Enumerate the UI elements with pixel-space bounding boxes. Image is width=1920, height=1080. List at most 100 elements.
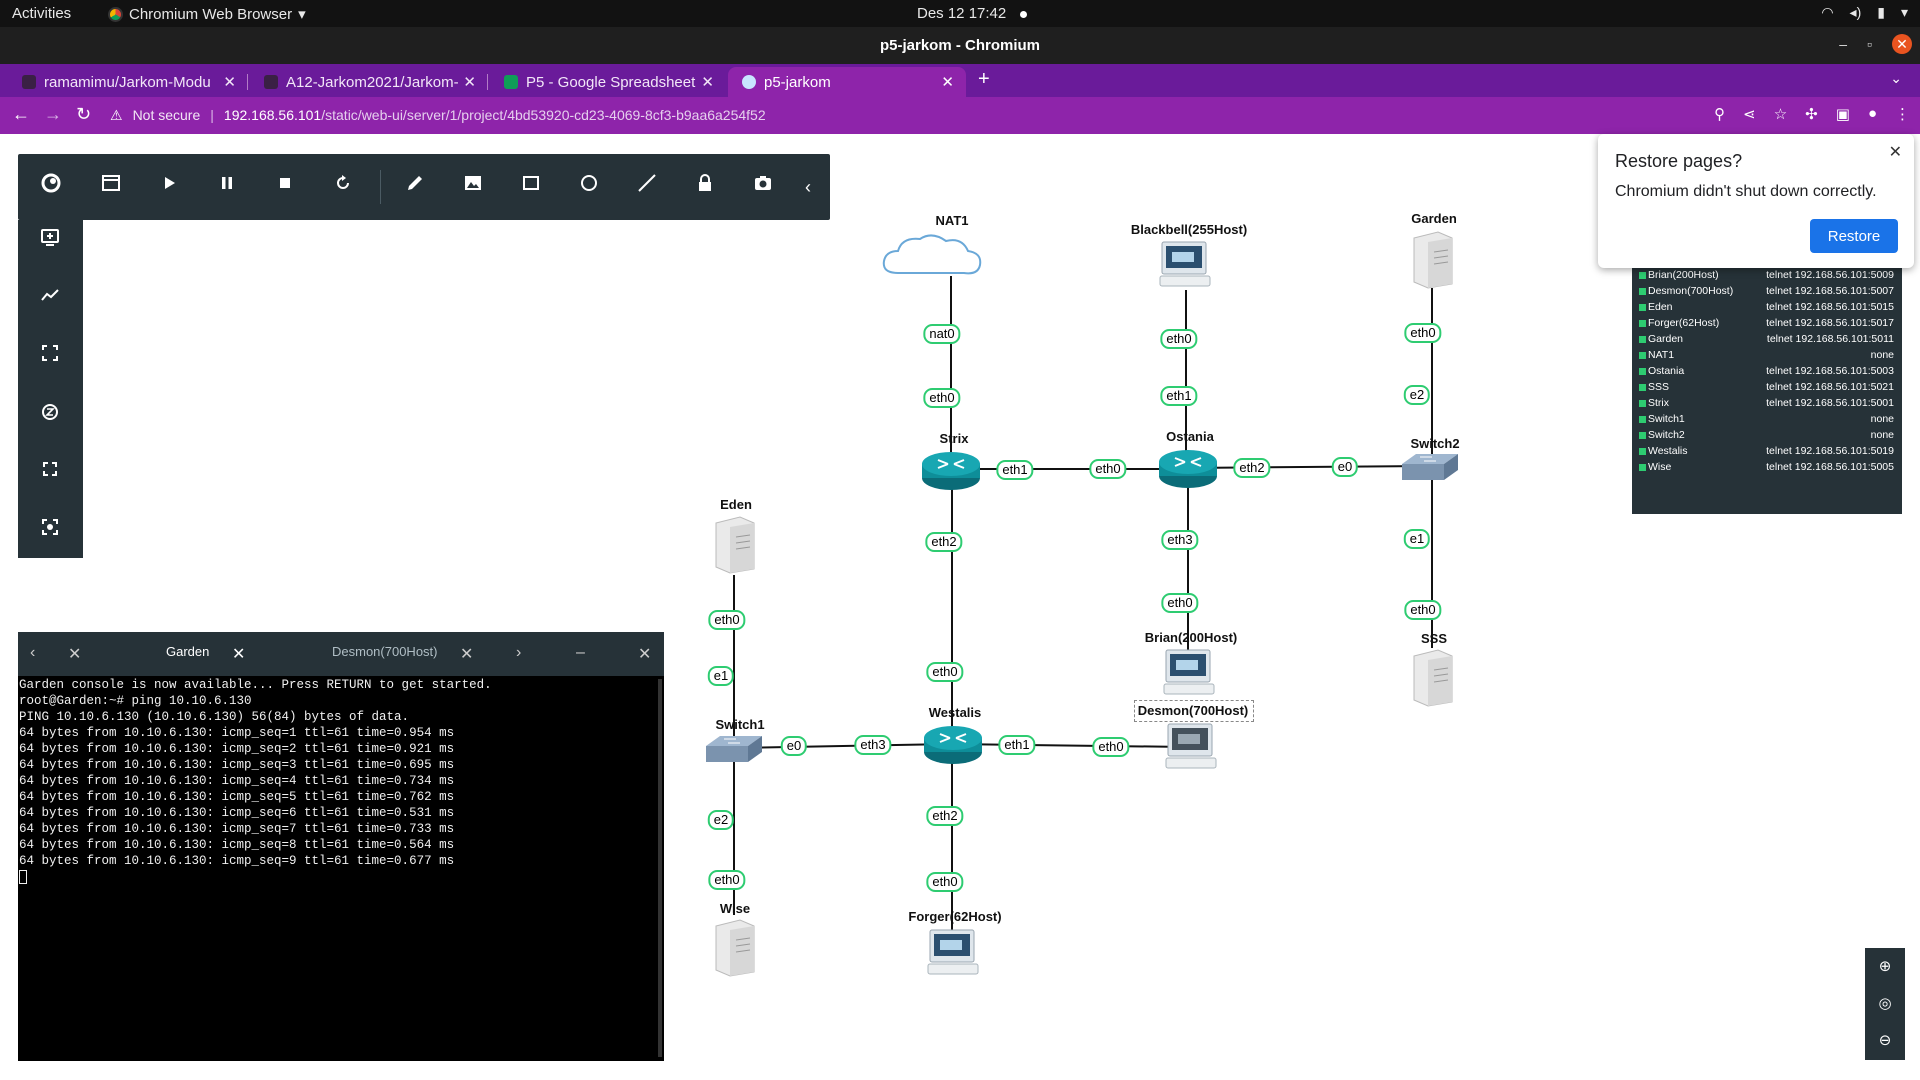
chevron-right-icon[interactable]: › [516, 644, 521, 662]
close-tab-icon[interactable]: ✕ [232, 644, 245, 664]
wise-node[interactable] [710, 918, 758, 983]
pause-all-icon[interactable] [212, 172, 242, 202]
terminal-line: Garden console is now available... Press… [19, 678, 492, 692]
lock-icon[interactable] [690, 172, 720, 202]
add-link-icon[interactable] [35, 284, 65, 314]
switch2-node[interactable] [1400, 452, 1460, 487]
close-dialog-icon[interactable]: ✕ [1889, 142, 1902, 162]
node-label-switch1: Switch1 [715, 717, 765, 732]
router-icon [922, 452, 980, 490]
console-scrollbar[interactable] [658, 679, 662, 1057]
project-side-toolbar [18, 220, 83, 558]
node-label-switch2: Switch2 [1410, 436, 1460, 451]
desmon-node[interactable] [1164, 722, 1220, 779]
zoom-reset-icon[interactable]: ◎ [1874, 993, 1896, 1015]
terminal-line: 64 bytes from 10.10.6.130: icmp_seq=4 tt… [19, 774, 455, 788]
terminal-line: 64 bytes from 10.10.6.130: icmp_seq=2 tt… [19, 742, 455, 756]
console-window-icon[interactable] [96, 172, 126, 202]
node-console: telnet 192.168.56.101:5017 [1766, 317, 1894, 329]
collapse-toolbar-chevron-icon[interactable]: ‹ [798, 172, 818, 202]
interface-label: eth0 [708, 610, 746, 630]
zoom-out-icon[interactable]: ⊖ [1874, 1030, 1896, 1052]
topology-summary-panel: Brian(200Host) telnet 192.168.56.101:5009… [1632, 262, 1902, 514]
westalis-node[interactable] [922, 722, 984, 771]
docker-host-icon [1165, 723, 1217, 769]
switch-icon [706, 736, 762, 762]
interface-label: eth3 [1161, 530, 1199, 550]
close-console-window-icon[interactable]: ✕ [638, 644, 651, 664]
minimize-console-icon[interactable]: – [576, 644, 585, 662]
node-row[interactable]: Forger(62Host) telnet 192.168.56.101:5017 [1632, 316, 1902, 332]
node-name: SSS [1648, 381, 1670, 393]
stop-all-icon[interactable] [270, 172, 300, 202]
zoom-controls: ⊕ ◎ ⊖ [1865, 948, 1905, 1060]
sss-node[interactable] [1408, 648, 1456, 713]
terminal-line: 64 bytes from 10.10.6.130: icmp_seq=9 tt… [19, 854, 455, 868]
close-console-icon[interactable]: ✕ [68, 644, 81, 664]
fit-to-screen-icon[interactable] [35, 342, 65, 372]
node-row[interactable]: SSS telnet 192.168.56.101:5021 [1632, 380, 1902, 396]
node-row[interactable]: Ostania telnet 192.168.56.101:5003 [1632, 364, 1902, 380]
restore-button[interactable]: Restore [1810, 219, 1898, 253]
node-row[interactable]: Strix telnet 192.168.56.101:5001 [1632, 396, 1902, 412]
web-console[interactable]: ‹ ✕ Garden ✕ Desmon(700Host) ✕ › – ✕ Gar… [18, 632, 664, 1061]
interface-label: eth2 [926, 806, 964, 826]
node-row[interactable]: Eden telnet 192.168.56.101:5015 [1632, 300, 1902, 316]
dialog-title: Restore pages? [1615, 151, 1743, 171]
blackbell-node[interactable] [1158, 240, 1214, 297]
terminal-line: 64 bytes from 10.10.6.130: icmp_seq=7 tt… [19, 822, 455, 836]
zoom-in-icon[interactable]: ⊕ [1874, 956, 1896, 978]
status-started-icon [1639, 304, 1646, 311]
rectangle-icon[interactable] [516, 172, 546, 202]
node-row[interactable]: Switch2 none [1632, 428, 1902, 444]
console-tab-garden[interactable]: Garden [166, 644, 209, 659]
node-name: Forger(62Host) [1648, 317, 1720, 329]
reload-all-icon[interactable] [328, 172, 358, 202]
fullscreen-icon[interactable] [35, 458, 65, 488]
node-row[interactable]: Westalis telnet 192.168.56.101:5019 [1632, 444, 1902, 460]
node-name: Eden [1648, 301, 1673, 313]
node-label-blackbell: Blackbell(255Host) [1130, 222, 1248, 237]
status-started-icon [1639, 448, 1646, 455]
node-row[interactable]: Garden telnet 192.168.56.101:5011 [1632, 332, 1902, 348]
interface-label: e1 [1403, 529, 1431, 549]
forger-node[interactable] [926, 928, 982, 985]
node-row[interactable]: Desmon(700Host) telnet 192.168.56.101:500… [1632, 284, 1902, 300]
interface-label: eth0 [1160, 329, 1198, 349]
garden-node[interactable] [1408, 230, 1456, 295]
node-row[interactable]: Brian(200Host) telnet 192.168.56.101:5009 [1632, 268, 1902, 284]
line-icon[interactable] [632, 172, 662, 202]
node-label-strix: Strix [939, 431, 969, 446]
add-node-icon[interactable] [35, 226, 65, 256]
close-tab-icon[interactable]: ✕ [460, 644, 473, 664]
pencil-icon[interactable] [400, 172, 430, 202]
terminal-line: 64 bytes from 10.10.6.130: icmp_seq=3 tt… [19, 758, 455, 772]
start-all-icon[interactable] [154, 172, 184, 202]
terminal-output[interactable]: Garden console is now available... Press… [18, 677, 659, 1057]
node-label-sss: SSS [1420, 631, 1448, 646]
node-row[interactable]: Wise telnet 192.168.56.101:5005 [1632, 460, 1902, 476]
switch-icon [1402, 454, 1458, 480]
ellipse-icon[interactable] [574, 172, 604, 202]
eden-node[interactable] [710, 515, 758, 580]
ostania-node[interactable] [1157, 446, 1219, 495]
snooze-timer-icon[interactable] [35, 400, 65, 430]
interface-label: e0 [1331, 457, 1359, 477]
chevron-left-icon[interactable]: ‹ [30, 644, 35, 662]
node-label-brian: Brian(200Host) [1144, 630, 1238, 645]
brian-node[interactable] [1162, 648, 1218, 705]
console-tab-desmon[interactable]: Desmon(700Host) [332, 644, 438, 659]
status-started-icon [1639, 464, 1646, 471]
strix-node[interactable] [920, 448, 982, 497]
center-focus-icon[interactable] [35, 516, 65, 546]
nat1-node[interactable] [880, 233, 984, 286]
node-row[interactable]: Switch1 none [1632, 412, 1902, 428]
router-icon [1159, 450, 1217, 488]
node-row[interactable]: NAT1 none [1632, 348, 1902, 364]
switch1-node[interactable] [704, 734, 764, 769]
screenshot-camera-icon[interactable] [748, 172, 778, 202]
insert-image-icon[interactable] [458, 172, 488, 202]
node-label-eden: Eden [720, 497, 752, 512]
gns3-logo-icon[interactable] [36, 172, 66, 202]
interface-label: eth0 [1092, 737, 1130, 757]
